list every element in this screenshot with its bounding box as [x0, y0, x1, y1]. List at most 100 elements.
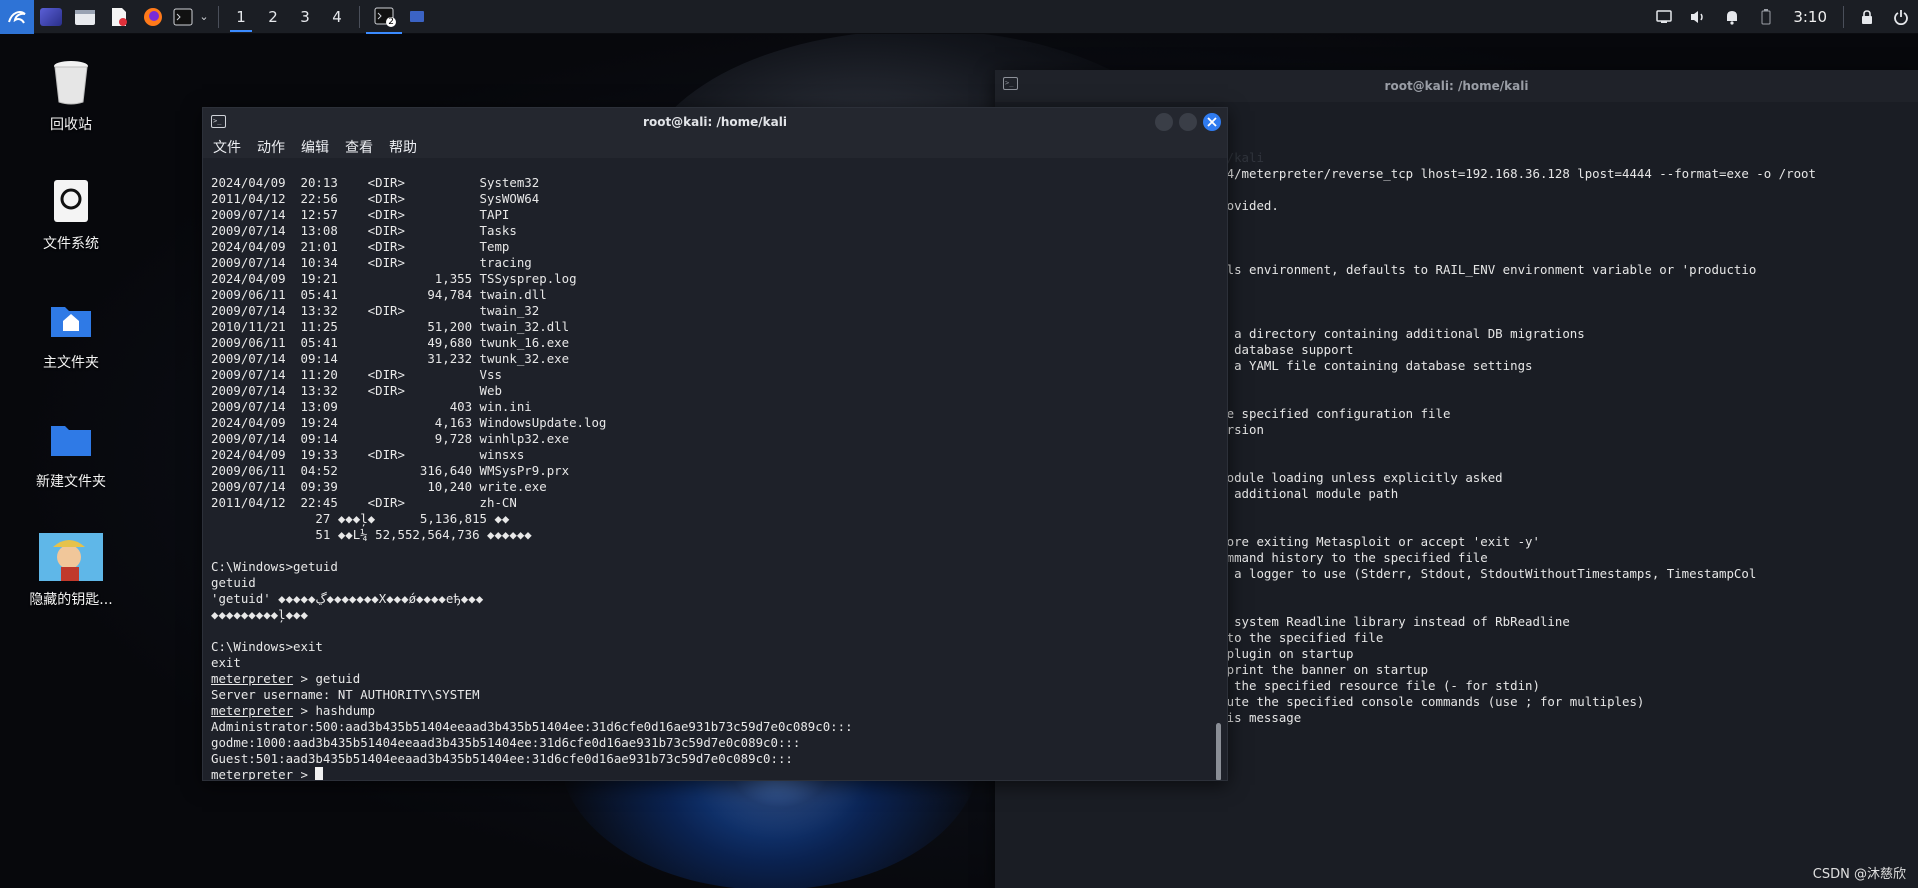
- desktop-icon-new-folder[interactable]: 新建文件夹: [6, 415, 136, 491]
- power-icon: [1894, 9, 1908, 25]
- terminal-line: 'getuid' ◆◆◆◆◆ڲ◆◆◆◆◆◆◆X◆◆◆ǿ◆◆◆◆eђ◆◆◆: [211, 591, 484, 606]
- window-titlebar[interactable]: >_ root@kali: /home/kali: [203, 108, 1227, 136]
- workspace-1[interactable]: 1: [225, 0, 257, 34]
- menu-file[interactable]: 文件: [213, 137, 241, 157]
- terminal-line: 2024/04/09 21:01 <DIR> Temp: [211, 239, 510, 254]
- task-window-button[interactable]: [402, 0, 432, 34]
- terminal-line: Administrator:500:aad3b435b51404eeaad3b4…: [211, 719, 1227, 735]
- menu-action[interactable]: 动作: [257, 137, 285, 157]
- desktop-icon-trash[interactable]: 回收站: [6, 58, 136, 134]
- taskbar-divider: [218, 5, 219, 28]
- terminal-line-text: godme:1000:aad3b435b51404eeaad3b435b5140…: [211, 735, 801, 750]
- lock-screen-button[interactable]: [1850, 0, 1884, 34]
- terminal-line: 2024/04/09 19:21 1,355 TSSysprep.log: [211, 271, 577, 286]
- meterpreter-prompt: meterpreter: [211, 671, 294, 686]
- workspace-label: 1: [236, 7, 246, 26]
- terminal-line: 2010/11/21 11:25 51,200 twain_32.dll: [211, 319, 570, 334]
- workspace-preview-icon: [40, 7, 62, 26]
- filesystem-icon: [48, 177, 94, 225]
- terminal-cursor: [315, 767, 324, 780]
- terminal-line: exit: [211, 655, 241, 670]
- workspace-3[interactable]: 3: [289, 0, 321, 34]
- desktop-icon-label: 新建文件夹: [36, 474, 106, 490]
- kali-menu-icon: [8, 10, 26, 24]
- minimize-button[interactable]: [1155, 113, 1173, 131]
- desktop-icon-home[interactable]: 主文件夹: [6, 296, 136, 372]
- terminal-dropdown[interactable]: ⌄: [196, 0, 212, 34]
- terminal-line: 2009/07/14 09:39 10,240 write.exe: [211, 479, 547, 494]
- volume-icon: [1691, 10, 1704, 23]
- terminal-line: ◆◆◆◆◆◆◆◆◆ļ◆◆◆: [211, 607, 308, 622]
- terminal-line: 2009/07/14 10:34 <DIR> tracing: [211, 255, 532, 270]
- task-count-badge: 2: [386, 16, 396, 27]
- meterpreter-prompt: meterpreter: [211, 703, 294, 718]
- file-manager-icon: [75, 9, 95, 25]
- terminal-line-text: Guest:501:aad3b435b51404eeaad3b435b51404…: [211, 751, 793, 766]
- terminal-line: 2009/07/14 12:57 <DIR> TAPI: [211, 207, 510, 222]
- terminal-line-text: > getuid: [293, 671, 361, 686]
- terminal-line: 2009/07/14 13:32 <DIR> Web: [211, 383, 502, 398]
- scrollbar-thumb[interactable]: [1216, 723, 1221, 780]
- text-editor-button[interactable]: [102, 0, 136, 34]
- menu-help[interactable]: 帮助: [389, 137, 417, 157]
- menu-edit[interactable]: 编辑: [301, 137, 329, 157]
- window-title: root@kali: /home/kali: [1384, 79, 1529, 93]
- workspace-4[interactable]: 4: [321, 0, 353, 34]
- workspace-label: 3: [300, 7, 310, 26]
- terminal-output[interactable]: 2024/04/09 20:13 <DIR> System32 2011/04/1…: [203, 167, 1227, 780]
- taskbar: ⌄ 1 2 3 4 2 3:10: [0, 0, 1918, 34]
- lock-icon: [1862, 9, 1872, 24]
- menu-view[interactable]: 查看: [345, 137, 373, 157]
- terminal-line-text: >: [293, 767, 316, 780]
- terminal-icon: [173, 8, 193, 25]
- battery-button[interactable]: [1749, 0, 1783, 34]
- trash-icon: [48, 58, 94, 106]
- terminal-line: 2009/06/11 05:41 49,680 twunk_16.exe: [211, 335, 570, 350]
- window-titlebar[interactable]: >_ root@kali: /home/kali: [995, 70, 1918, 102]
- kali-menu-button[interactable]: [0, 0, 34, 34]
- maximize-button[interactable]: [1179, 113, 1197, 131]
- terminal-line: Guest:501:aad3b435b51404eeaad3b435b51404…: [211, 751, 1227, 767]
- image-thumbnail-icon: [39, 533, 103, 581]
- terminal-area[interactable]: 2024/04/09 20:13 <DIR> System32 2011/04/1…: [203, 167, 1227, 780]
- desktop-icon-label: 文件系统: [43, 236, 99, 252]
- terminal-line: getuid: [211, 575, 256, 590]
- text-editor-icon: [112, 7, 127, 26]
- close-button[interactable]: [1203, 113, 1221, 131]
- chevron-down-icon: ⌄: [199, 10, 209, 23]
- terminal-line: 2024/04/09 20:13 <DIR> System32: [211, 175, 540, 190]
- terminal-line: 27 ◆◆◆ļ◆ 5,136,815 ◆◆: [211, 511, 510, 526]
- workspace-preview-button[interactable]: [34, 0, 68, 34]
- task-terminal-group[interactable]: 2: [366, 0, 402, 34]
- meterpreter-prompt: meterpreter: [211, 767, 294, 780]
- file-manager-button[interactable]: [68, 0, 102, 34]
- volume-button[interactable]: [1681, 0, 1715, 34]
- desktop-icon-label: 回收站: [50, 117, 92, 133]
- terminal-line: godme:1000:aad3b435b51404eeaad3b435b5140…: [211, 735, 1227, 751]
- desktop-icon-filesystem[interactable]: 文件系统: [6, 177, 136, 253]
- terminal-line: Server username: NT AUTHORITY\SYSTEM: [211, 687, 1227, 703]
- battery-icon: [1761, 8, 1771, 24]
- notifications-button[interactable]: [1715, 0, 1749, 34]
- workspace-2[interactable]: 2: [257, 0, 289, 34]
- terminal-line: 2009/06/11 04:52 316,640 WMSysPr9.prx: [211, 463, 570, 478]
- desktop-icon-label: 隐藏的钥匙...: [29, 592, 113, 608]
- desktop-icon-label: 主文件夹: [43, 355, 99, 371]
- terminal-line-text: Server username: NT AUTHORITY\SYSTEM: [211, 687, 480, 702]
- terminal-line: 2011/04/12 22:56 <DIR> SysWOW64: [211, 191, 540, 206]
- power-button[interactable]: [1884, 0, 1918, 34]
- terminal-button[interactable]: [170, 0, 196, 34]
- desktop-icon-hidden-key[interactable]: 隐藏的钥匙...: [6, 533, 136, 609]
- terminal-line: 2009/07/14 09:14 31,232 twunk_32.exe: [211, 351, 570, 366]
- foreground-terminal-window[interactable]: >_ root@kali: /home/kali 文件 动作 编辑 查看 帮助 …: [202, 107, 1228, 781]
- terminal-line: meterpreter > getuid: [211, 671, 1227, 687]
- terminal-line-text: Administrator:500:aad3b435b51404eeaad3b4…: [211, 719, 853, 734]
- display-button[interactable]: [1647, 0, 1681, 34]
- clock[interactable]: 3:10: [1783, 8, 1837, 26]
- terminal-line: 2024/04/09 19:33 <DIR> winsxs: [211, 447, 525, 462]
- terminal-line: 2009/07/14 13:08 <DIR> Tasks: [211, 223, 517, 238]
- watermark: CSDN @沐慈欣: [1812, 867, 1906, 882]
- firefox-button[interactable]: [136, 0, 170, 34]
